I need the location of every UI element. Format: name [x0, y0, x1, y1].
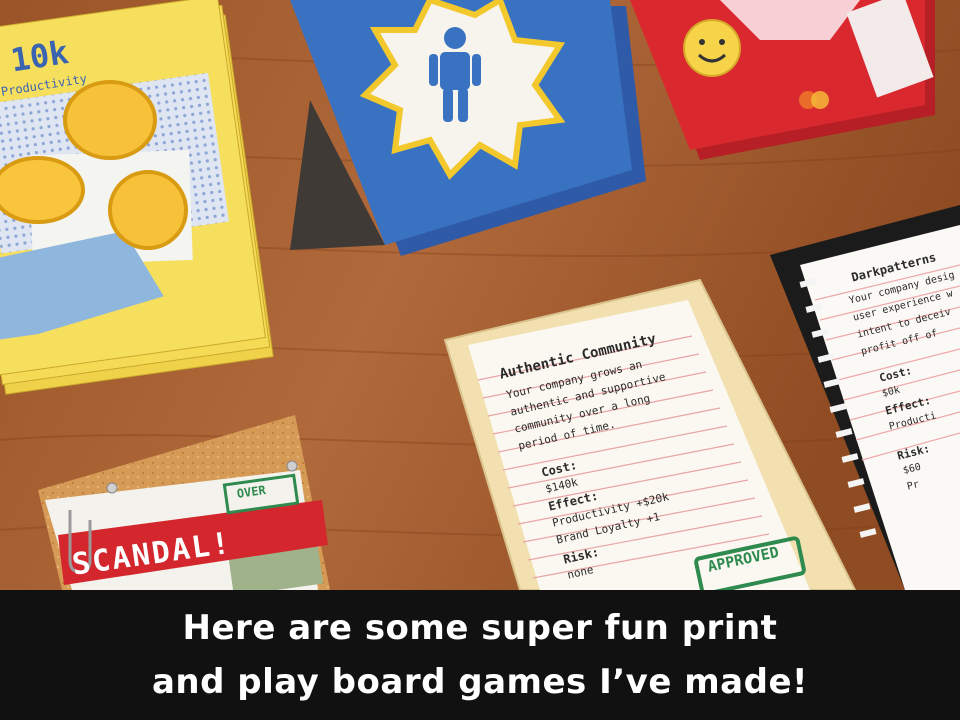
photo-frame: 10k Productivity Authentic Community You… — [0, 0, 960, 720]
pushpin-icon — [106, 482, 118, 494]
smiley-icon — [683, 19, 741, 77]
tabletop-photo — [0, 0, 960, 590]
caption-line-1: Here are some super fun print — [182, 608, 778, 648]
card-logo-icon — [799, 91, 829, 109]
caption-bar: Here are some super fun print and play b… — [0, 590, 960, 720]
caption-line-2: and play board games I’ve made! — [151, 662, 809, 702]
